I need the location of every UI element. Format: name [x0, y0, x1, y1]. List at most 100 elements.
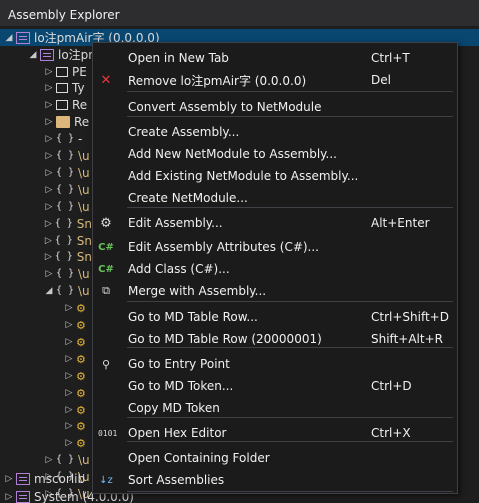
- tree-row[interactable]: ▷ ⚙: [0, 300, 92, 317]
- menu-item[interactable]: ↓z Sort Assemblies: [93, 469, 457, 491]
- menu-item-label: Open Hex Editor: [128, 426, 227, 440]
- menu-item[interactable]: ⚙ Edit Assembly... Alt+Enter: [93, 212, 457, 234]
- tree-row-label: Re: [74, 115, 90, 130]
- assembly-icon: [16, 472, 30, 485]
- tree-row[interactable]: ◢{ } \u: [0, 283, 92, 300]
- tree-row[interactable]: ▷{ } Sn: [0, 249, 92, 266]
- menu-item[interactable]: Go to MD Token... Ctrl+D: [93, 375, 457, 397]
- tree-mscorlib-label: mscorlib: [34, 471, 86, 486]
- expand-icon[interactable]: ▷: [64, 337, 74, 347]
- expand-icon[interactable]: ▷: [64, 303, 74, 313]
- collapse-icon[interactable]: ◢: [28, 50, 38, 60]
- menu-item[interactable]: C# Edit Assembly Attributes (C#)...: [93, 236, 457, 258]
- tree-row-label: Sn: [76, 233, 92, 248]
- expand-icon[interactable]: ▷: [44, 168, 54, 178]
- expand-icon[interactable]: ▷: [44, 100, 54, 110]
- menu-item[interactable]: ⚲ Go to Entry Point: [93, 353, 457, 375]
- tree-row[interactable]: ▷{ } Sn: [0, 232, 92, 249]
- csharp-icon: C#: [98, 241, 114, 253]
- menu-item-label: Convert Assembly to NetModule: [128, 100, 322, 114]
- tree-row[interactable]: ▷ PE: [0, 63, 92, 80]
- expand-icon[interactable]: ▷: [64, 371, 74, 381]
- tree-row[interactable]: ▷{ }\u: [0, 266, 92, 283]
- expand-icon[interactable]: ▷: [44, 269, 54, 279]
- menu-item-label: Create NetModule...: [128, 191, 248, 205]
- expand-icon[interactable]: ▷: [44, 67, 54, 77]
- namespace-icon: { }: [56, 200, 75, 212]
- expand-icon[interactable]: ▷: [44, 202, 54, 212]
- menu-item[interactable]: Create Assembly...: [93, 121, 457, 143]
- tree-row[interactable]: ▷ ⚙: [0, 384, 92, 401]
- tree-row[interactable]: ▷{ }\u: [0, 181, 92, 198]
- hex-editor-icon: 0101: [98, 428, 118, 438]
- expand-icon[interactable]: ▷: [4, 474, 14, 484]
- type-icon: ⚙: [76, 403, 86, 417]
- expand-icon[interactable]: ▷: [44, 151, 54, 161]
- context-menu: Open in New Tab Ctrl+T ✕ Remove lo注pmAir字 (…: [92, 42, 458, 494]
- csharp-icon: C#: [98, 263, 114, 275]
- expand-icon[interactable]: ▷: [44, 455, 54, 465]
- menu-item[interactable]: Add Existing NetModule to Assembly...: [93, 165, 457, 187]
- menu-item[interactable]: Open Containing Folder: [93, 447, 457, 469]
- expand-icon[interactable]: ▷: [44, 236, 53, 246]
- expand-icon[interactable]: ▷: [44, 252, 53, 262]
- menu-item[interactable]: Create NetModule...: [93, 187, 457, 209]
- expand-icon[interactable]: ▷: [64, 421, 74, 431]
- tree-row[interactable]: ▷ ⚙: [0, 317, 92, 334]
- tree-row[interactable]: ▷ ⚙: [0, 435, 92, 452]
- tree-row[interactable]: ▷{ }\u: [0, 198, 92, 215]
- tree-row-label: -: [78, 132, 83, 147]
- menu-item[interactable]: Go to MD Table Row... Ctrl+Shift+D: [93, 306, 457, 328]
- class-icon: [56, 100, 68, 111]
- expand-icon[interactable]: ▷: [44, 134, 54, 144]
- namespace-icon: { }: [54, 234, 73, 246]
- menu-item-label: Go to MD Token...: [128, 379, 234, 393]
- expand-icon[interactable]: ▷: [44, 117, 54, 127]
- tree-row[interactable]: ▷ Re: [0, 97, 92, 114]
- menu-item[interactable]: Convert Assembly to NetModule: [93, 96, 457, 118]
- expand-icon[interactable]: ▷: [64, 405, 74, 415]
- collapse-icon[interactable]: ◢: [4, 33, 14, 43]
- tree-row-label: Sn: [76, 216, 92, 231]
- expand-icon[interactable]: ▷: [44, 83, 54, 93]
- menu-item-label: Open in New Tab: [128, 51, 229, 65]
- menu-item-shortcut: Alt+Enter: [371, 216, 430, 230]
- menu-item-shortcut: Ctrl+D: [371, 379, 412, 393]
- expand-icon[interactable]: ▷: [64, 388, 74, 398]
- tree-row-label: Re: [72, 98, 88, 113]
- expand-icon[interactable]: ▷: [44, 219, 53, 229]
- tree-row[interactable]: ▷ ⚙: [0, 333, 92, 350]
- assembly-icon: [16, 31, 30, 44]
- tree-row[interactable]: ▷{ } Sn: [0, 215, 92, 232]
- expand-icon[interactable]: ▷: [64, 438, 74, 448]
- tree-row[interactable]: ▷{ } -: [0, 131, 92, 148]
- tree-row[interactable]: ▷{ }\u: [0, 452, 92, 469]
- menu-item[interactable]: C# Add Class (C#)...: [93, 258, 457, 280]
- menu-item-label: Add New NetModule to Assembly...: [128, 147, 337, 161]
- tree-row[interactable]: ▷ ⚙: [0, 401, 92, 418]
- entry-point-icon: ⚲: [101, 357, 111, 371]
- expand-icon[interactable]: ▷: [4, 492, 14, 502]
- tree-row[interactable]: ▷ ⚙: [0, 350, 92, 367]
- collapse-icon[interactable]: ◢: [44, 286, 54, 296]
- tree-row[interactable]: ▷ Ty: [0, 80, 92, 97]
- menu-item[interactable]: Copy MD Token: [93, 397, 457, 419]
- tree-row[interactable]: ▷ ⚙: [0, 367, 92, 384]
- menu-separator: [127, 116, 453, 117]
- tree-row-label: \u: [78, 267, 90, 282]
- tree-row[interactable]: ▷{ }\u: [0, 148, 92, 165]
- expand-icon[interactable]: ▷: [44, 185, 54, 195]
- menu-item-label: Create Assembly...: [128, 125, 240, 139]
- tree-row[interactable]: ▷ ⚙: [0, 418, 92, 435]
- menu-item[interactable]: ⧉ Merge with Assembly...: [93, 280, 457, 302]
- expand-icon[interactable]: ▷: [64, 354, 74, 364]
- menu-item-label: Edit Assembly Attributes (C#)...: [128, 240, 319, 254]
- tree-row[interactable]: ▷ Re: [0, 114, 92, 131]
- tree-row[interactable]: ▷{ }\u: [0, 164, 92, 181]
- menu-separator: [127, 441, 453, 442]
- menu-item-label: Add Class (C#)...: [128, 262, 230, 276]
- menu-item[interactable]: Open in New Tab Ctrl+T: [93, 47, 457, 69]
- menu-item[interactable]: ✕ Remove lo注pmAir字 (0.0.0.0) Del: [93, 69, 457, 91]
- menu-item[interactable]: Add New NetModule to Assembly...: [93, 143, 457, 165]
- expand-icon[interactable]: ▷: [64, 320, 74, 330]
